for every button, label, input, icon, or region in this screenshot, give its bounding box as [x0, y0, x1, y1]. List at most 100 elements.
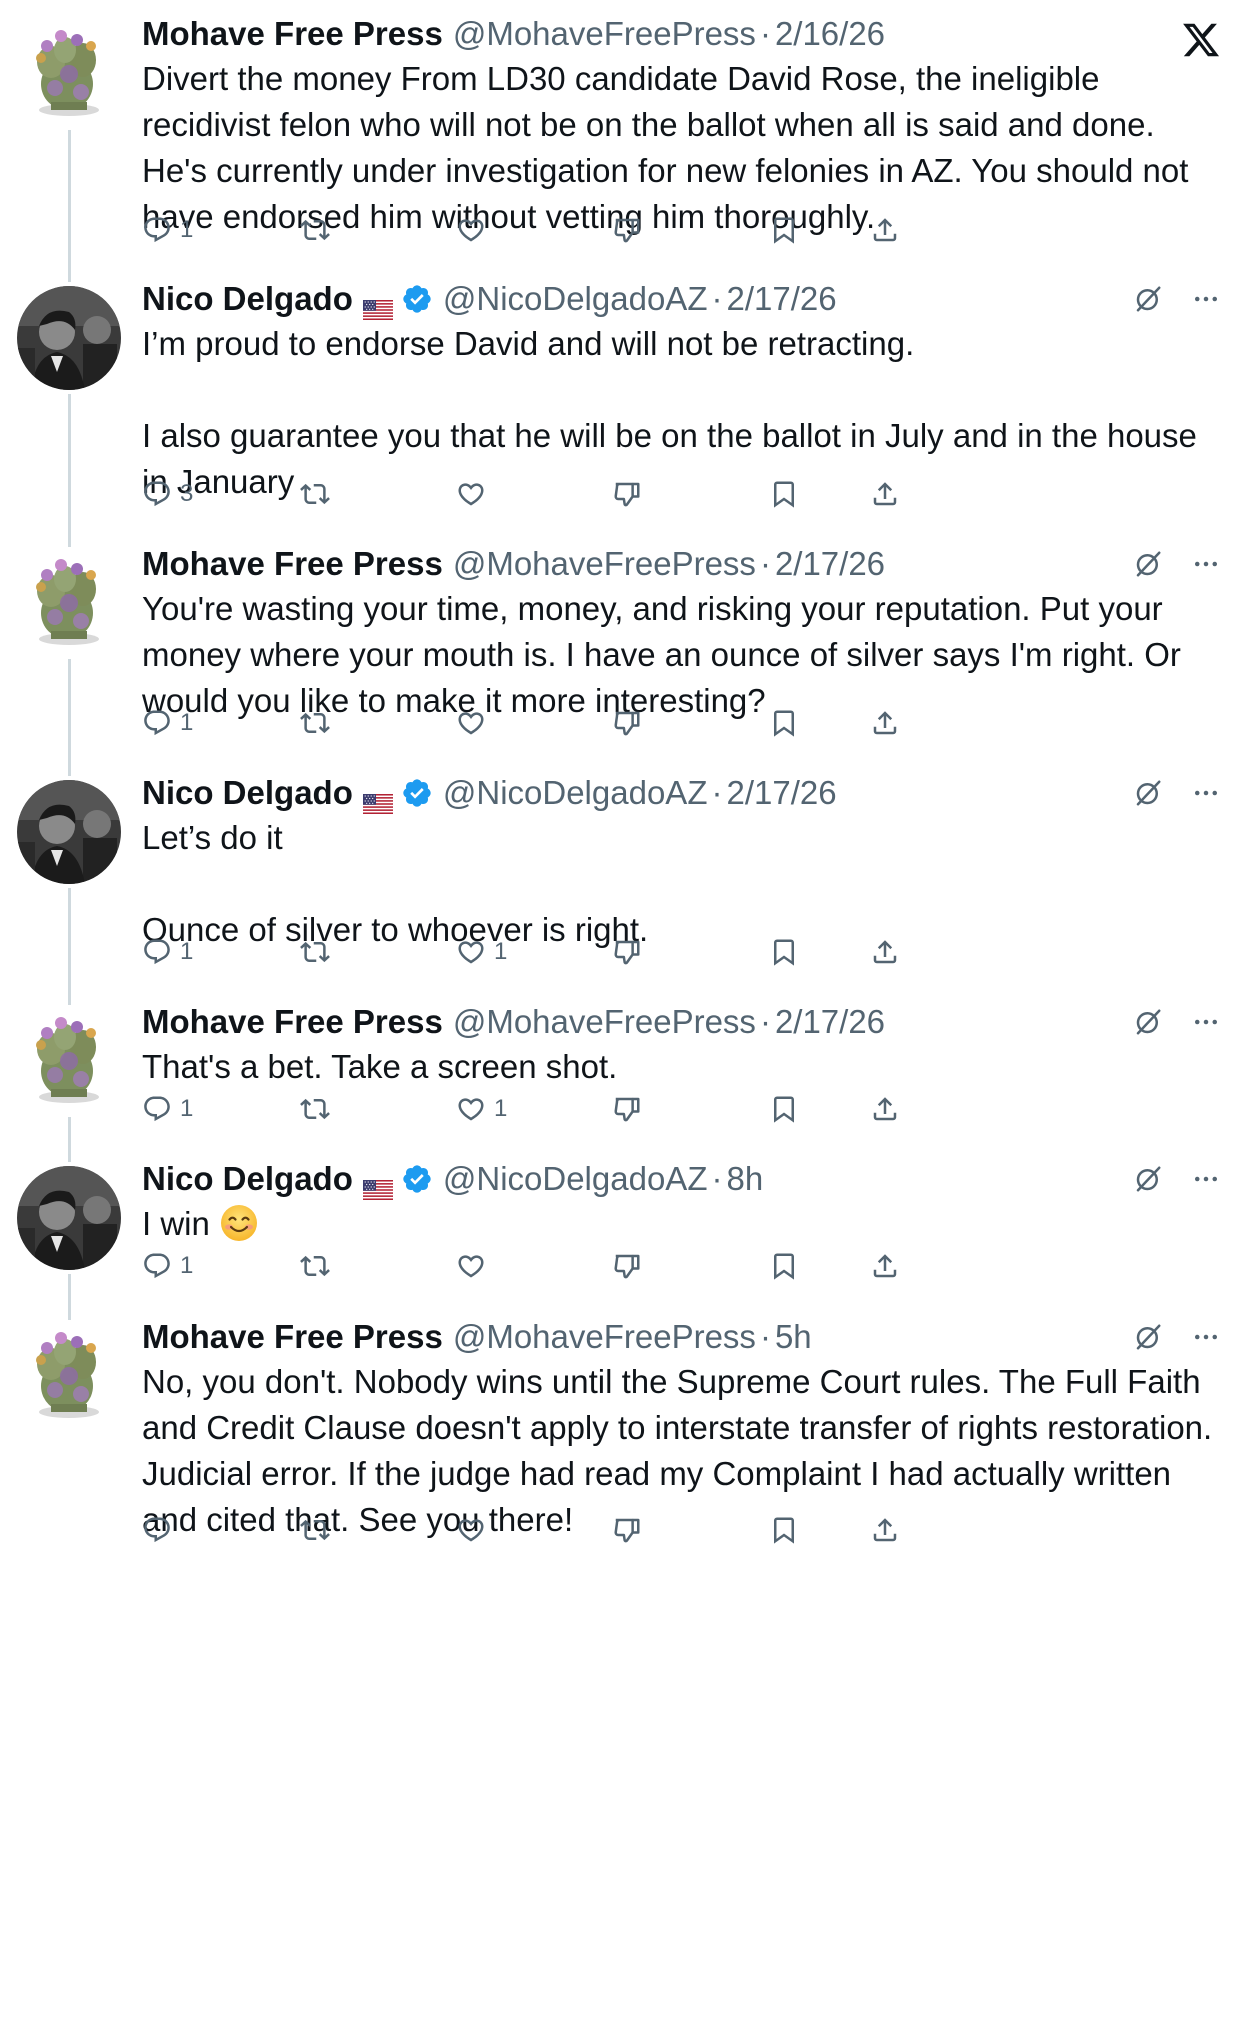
bookmark-button[interactable]	[769, 1089, 799, 1129]
repost-button[interactable]	[300, 1089, 338, 1129]
x-logo-icon[interactable]	[1181, 20, 1221, 60]
bookmark-button[interactable]	[769, 932, 799, 972]
more-icon[interactable]	[1191, 778, 1221, 808]
author-handle[interactable]: @MohaveFreePress	[453, 1002, 756, 1042]
like-button[interactable]	[456, 1510, 494, 1550]
reply-button[interactable]: 1	[142, 932, 193, 972]
author-handle[interactable]: @NicoDelgadoAZ	[443, 773, 708, 813]
more-icon[interactable]	[1191, 1322, 1221, 1352]
dislike-button[interactable]	[612, 1510, 642, 1550]
repost-button[interactable]	[300, 932, 338, 972]
avatar[interactable]	[17, 780, 121, 884]
share-icon	[870, 1515, 900, 1545]
share-button[interactable]	[870, 703, 900, 743]
share-button[interactable]	[870, 1089, 900, 1129]
like-button[interactable]	[456, 474, 494, 514]
author-name[interactable]: Nico Delgado	[142, 773, 353, 813]
tweet-timestamp[interactable]: 2/17/26	[726, 773, 836, 813]
more-icon[interactable]	[1191, 284, 1221, 314]
tweet-timestamp[interactable]: 2/17/26	[775, 544, 885, 584]
verified-badge-icon[interactable]	[401, 1163, 433, 1195]
separator-dot: ·	[759, 1003, 771, 1040]
tweet-text-line: That's a bet. Take a screen shot.	[142, 1044, 1222, 1090]
author-name[interactable]: Mohave Free Press	[142, 544, 443, 584]
tweet-timestamp[interactable]: 2/17/26	[726, 279, 836, 319]
author-handle[interactable]: @MohaveFreePress	[453, 14, 756, 54]
avatar[interactable]	[17, 551, 121, 655]
repost-button[interactable]	[300, 1246, 338, 1286]
author-name[interactable]: Mohave Free Press	[142, 1002, 443, 1042]
share-button[interactable]	[870, 474, 900, 514]
grok-icon[interactable]	[1133, 1007, 1163, 1037]
author-name[interactable]: Mohave Free Press	[142, 1317, 443, 1357]
tweet-text-segment: I win	[142, 1205, 220, 1242]
verified-badge-icon[interactable]	[401, 777, 433, 809]
author-handle[interactable]: @MohaveFreePress	[453, 544, 756, 584]
more-icon[interactable]	[1191, 1164, 1221, 1194]
author-handle[interactable]: @NicoDelgadoAZ	[443, 279, 708, 319]
repost-button[interactable]	[300, 474, 338, 514]
grok-icon[interactable]	[1133, 284, 1163, 314]
tweet-timestamp[interactable]: 5h	[775, 1317, 812, 1357]
like-button[interactable]: 1	[456, 1089, 507, 1129]
repost-button[interactable]	[300, 1510, 338, 1550]
avatar[interactable]	[17, 286, 121, 390]
author-handle[interactable]: @MohaveFreePress	[453, 1317, 756, 1357]
avatar[interactable]	[17, 1324, 121, 1428]
author-name[interactable]: Mohave Free Press	[142, 14, 443, 54]
tweet-actions-bar: 11	[142, 932, 1122, 972]
bookmark-button[interactable]	[769, 703, 799, 743]
avatar[interactable]	[17, 1166, 121, 1270]
grok-icon[interactable]	[1133, 549, 1163, 579]
bookmark-button[interactable]	[769, 210, 799, 250]
like-button[interactable]	[456, 1246, 494, 1286]
repost-button[interactable]	[300, 703, 338, 743]
like-button[interactable]	[456, 210, 494, 250]
tweet-timestamp[interactable]: 2/17/26	[775, 1002, 885, 1042]
share-button[interactable]	[870, 1510, 900, 1550]
dislike-button[interactable]	[612, 1089, 642, 1129]
us-flag-icon	[362, 783, 393, 814]
grok-icon[interactable]	[1133, 778, 1163, 808]
grok-icon[interactable]	[1133, 1164, 1163, 1194]
grok-icon[interactable]	[1133, 1322, 1163, 1352]
share-button[interactable]	[870, 1246, 900, 1286]
share-button[interactable]	[870, 210, 900, 250]
dislike-button[interactable]	[612, 474, 642, 514]
reply-button[interactable]: 1	[142, 1089, 193, 1129]
bookmark-button[interactable]	[769, 1246, 799, 1286]
tweet-actions-bar: 11	[142, 1089, 1122, 1129]
tweet-timestamp[interactable]: 8h	[726, 1159, 763, 1199]
share-button[interactable]	[870, 932, 900, 972]
more-icon[interactable]	[1191, 1007, 1221, 1037]
tweet-header: Nico Delgado @NicoDelgadoAZ · 2/17/26	[142, 773, 837, 814]
author-handle[interactable]: @NicoDelgadoAZ	[443, 1159, 708, 1199]
reply-button[interactable]: 1	[142, 703, 193, 743]
tweet-text-line: Let’s do it	[142, 815, 1222, 861]
author-name[interactable]: Nico Delgado	[142, 1159, 353, 1199]
like-button[interactable]: 1	[456, 932, 507, 972]
reply-icon	[142, 937, 172, 967]
avatar[interactable]	[17, 1009, 121, 1113]
avatar[interactable]	[17, 22, 121, 126]
author-name[interactable]: Nico Delgado	[142, 279, 353, 319]
reply-button[interactable]	[142, 1510, 180, 1550]
dislike-button[interactable]	[612, 703, 642, 743]
like-button[interactable]	[456, 703, 494, 743]
smiling-face-emoji-icon	[219, 1203, 259, 1243]
bookmark-button[interactable]	[769, 474, 799, 514]
dislike-button[interactable]	[612, 210, 642, 250]
dislike-button[interactable]	[612, 1246, 642, 1286]
repost-button[interactable]	[300, 210, 338, 250]
verified-badge-icon[interactable]	[401, 283, 433, 315]
separator-dot: ·	[711, 774, 723, 811]
bookmark-button[interactable]	[769, 1510, 799, 1550]
more-icon[interactable]	[1191, 549, 1221, 579]
reply-button[interactable]: 1	[142, 1246, 193, 1286]
tweet-timestamp[interactable]: 2/16/26	[775, 14, 885, 54]
reply-button[interactable]: 1	[142, 210, 193, 250]
dislike-button[interactable]	[612, 932, 642, 972]
reply-button[interactable]: 3	[142, 474, 193, 514]
likes-count: 1	[494, 938, 508, 965]
tweet-text-line	[142, 861, 1222, 907]
